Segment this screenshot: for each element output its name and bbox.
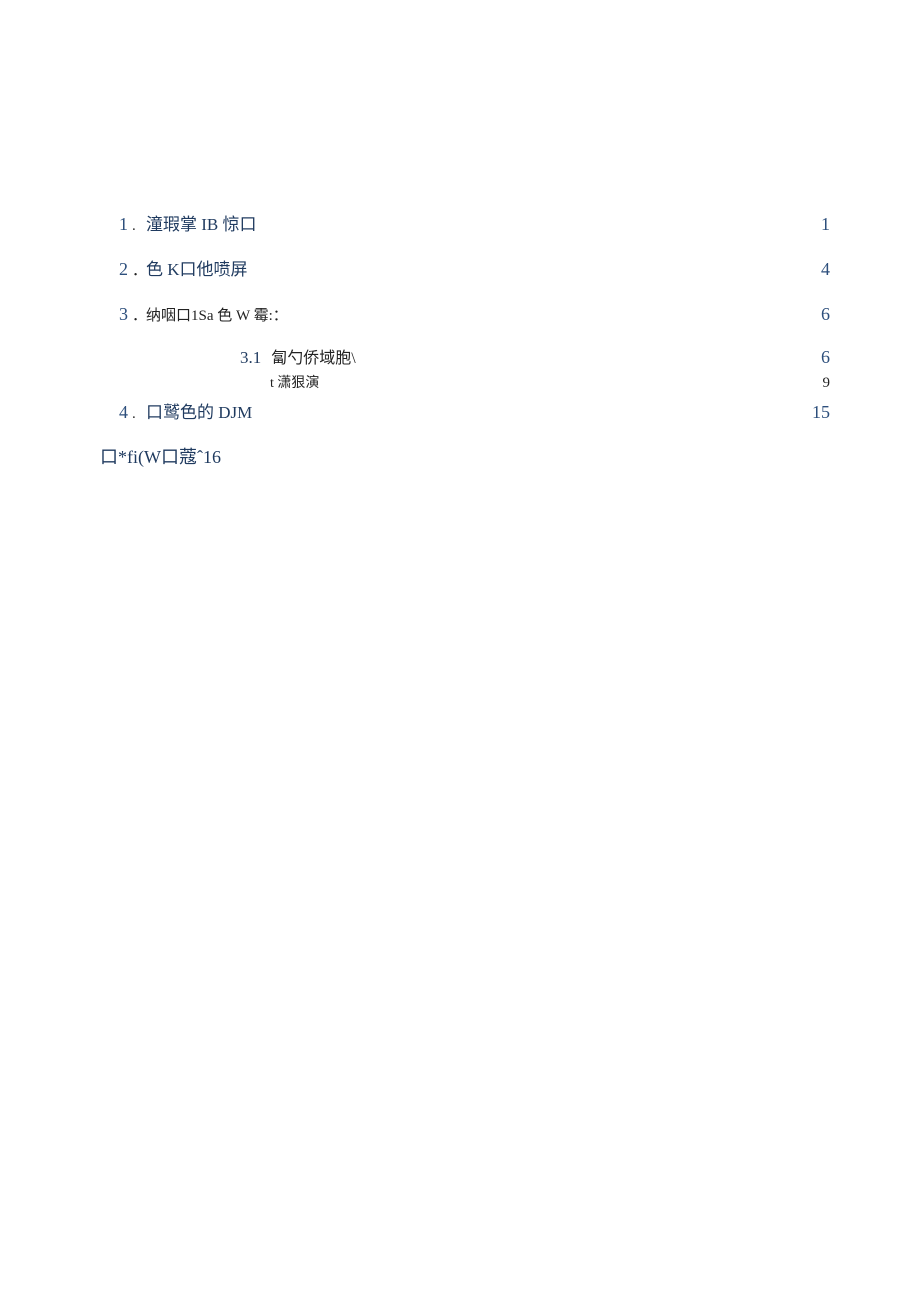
toc-number: 1 (100, 210, 128, 239)
toc-sub-label: 匐勺侨域胞\ (271, 344, 800, 368)
toc-page-number: 15 (800, 398, 830, 427)
toc-separator: ． (128, 259, 146, 283)
toc-label: 口鹫色的 DJM (146, 398, 800, 427)
toc-separator: ． (128, 304, 146, 328)
toc-label: 色 K口他喷屏 (146, 255, 800, 284)
toc-sub-page: 9 (800, 375, 830, 392)
toc-sub-number: 3.1 (240, 348, 271, 368)
toc-subentry-3-1: 3.1 匐勺侨域胞\ 6 (100, 344, 830, 368)
toc-number: 3 (100, 300, 128, 329)
toc-separator: . (128, 214, 146, 238)
toc-page-number: 1 (800, 210, 830, 239)
toc-sub-page: 6 (800, 347, 830, 368)
toc-number: 4 (100, 398, 128, 427)
toc-page-number: 6 (800, 300, 830, 329)
toc-label: 纳咽口1Sa 色 W 霉:： (146, 300, 800, 329)
toc-entry-1: 1 . 潼瑕掌 IB 惊口 1 (100, 210, 830, 239)
toc-sub-label: t 潇狠演 (270, 372, 800, 392)
toc-entry-3: 3 ． 纳咽口1Sa 色 W 霉:： 6 (100, 300, 830, 329)
toc-subentry-3-2: t 潇狠演 9 (100, 372, 830, 392)
toc-separator: . (128, 402, 146, 426)
toc-entry-2: 2 ． 色 K口他喷屏 4 (100, 255, 830, 284)
document-page: 1 . 潼瑕掌 IB 惊口 1 2 ． 色 K口他喷屏 4 3 ． 纳咽口1Sa… (0, 0, 920, 469)
toc-label: 潼瑕掌 IB 惊口 (146, 210, 800, 239)
toc-number: 2 (100, 255, 128, 284)
toc-entry-4: 4 . 口鹫色的 DJM 15 (100, 398, 830, 427)
toc-page-number: 4 (800, 255, 830, 284)
toc-footer-text: 口*fi(W口蔻ˆ16 (100, 443, 830, 469)
